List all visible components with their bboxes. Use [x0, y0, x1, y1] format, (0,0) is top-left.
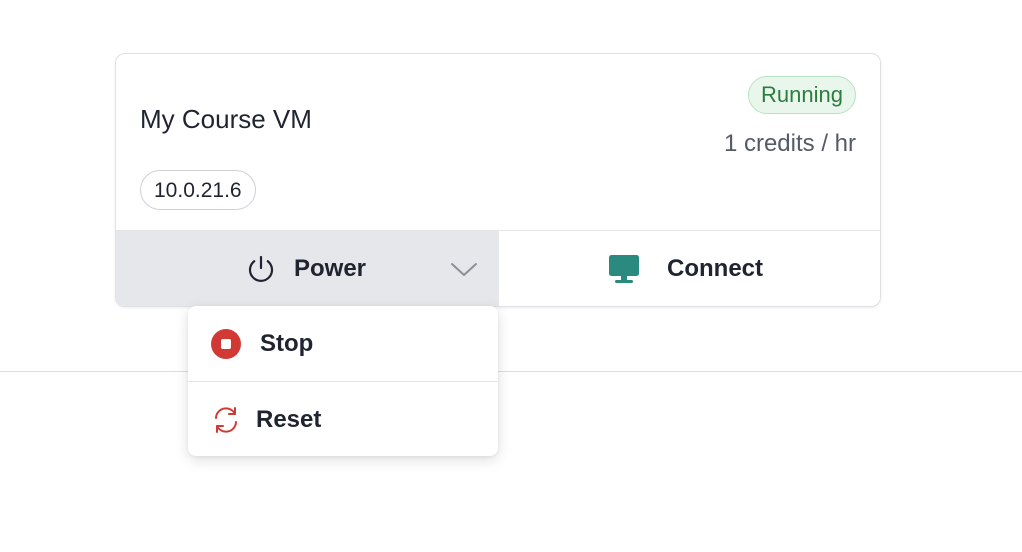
- menu-item-label: Reset: [256, 406, 322, 433]
- vm-name: My Course VM: [140, 104, 312, 134]
- section-divider: [0, 371, 1022, 372]
- chevron-down-icon[interactable]: [449, 258, 479, 280]
- monitor-icon: [609, 255, 639, 283]
- menu-item-reset[interactable]: Reset: [188, 381, 498, 456]
- power-button[interactable]: Power: [116, 231, 499, 306]
- status-badge: Running: [748, 76, 856, 114]
- menu-item-stop[interactable]: Stop: [188, 306, 498, 381]
- vm-card: My Course VM 10.0.21.6 Running 1 credits…: [115, 53, 881, 307]
- power-label: Power: [294, 255, 367, 282]
- page: My Course VM 10.0.21.6 Running 1 credits…: [0, 0, 1022, 552]
- ip-address-chip: 10.0.21.6: [140, 170, 256, 210]
- credits-rate: 1 credits / hr: [723, 130, 856, 157]
- card-actions: Power Connect: [116, 230, 880, 306]
- connect-label: Connect: [667, 255, 763, 282]
- refresh-icon: [215, 407, 237, 433]
- menu-item-label: Stop: [260, 330, 314, 357]
- connect-button[interactable]: Connect: [499, 231, 880, 306]
- power-icon: [248, 255, 274, 282]
- power-menu: Stop Reset: [188, 306, 498, 456]
- stop-circle-icon: [211, 329, 241, 359]
